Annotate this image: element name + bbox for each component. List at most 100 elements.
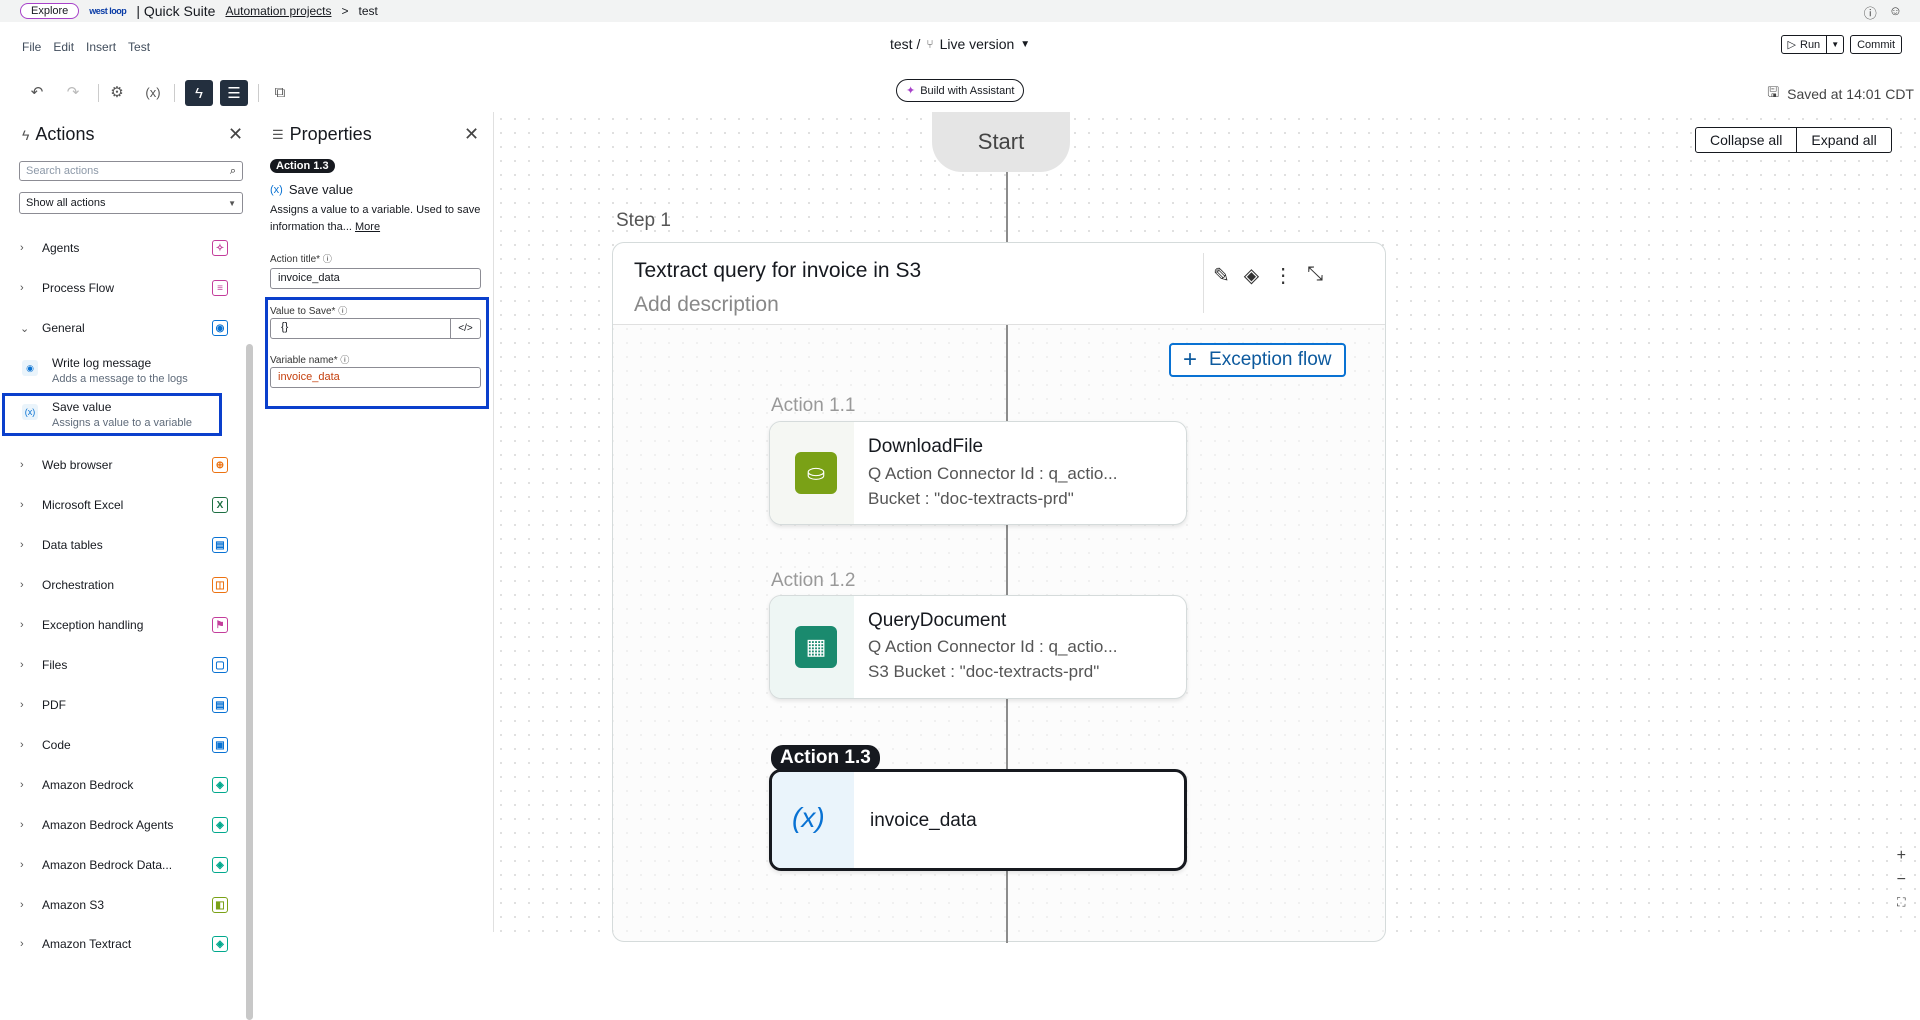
settings-icon[interactable]: ⚙: [104, 80, 130, 104]
action-card-save-value[interactable]: (x) invoice_data: [769, 769, 1187, 871]
chevron-right-icon: ›: [20, 859, 24, 871]
breadcrumb-separator: >: [341, 4, 349, 18]
category-icon: ◈: [212, 777, 228, 793]
category-microsoft-excel[interactable]: › Microsoft Excel X: [20, 494, 228, 516]
menu-bar: File Edit Insert Test test / ⑂ Live vers…: [0, 22, 1920, 72]
step-container: Textract query for invoice in S3 Add des…: [612, 242, 1386, 943]
category-general[interactable]: ⌄ General ◉: [20, 317, 228, 339]
variables-icon[interactable]: (x): [140, 80, 166, 104]
category-icon: ▤: [212, 697, 228, 713]
category-web-browser[interactable]: › Web browser ⊕: [20, 454, 228, 476]
connector-line: [1006, 172, 1008, 252]
category-label: Amazon S3: [42, 898, 105, 912]
lightning-icon: ϟ: [22, 126, 30, 143]
breadcrumb-current: test: [358, 4, 378, 18]
run-dropdown-button[interactable]: ▼: [1827, 35, 1845, 54]
card-icon-area: ⛀: [770, 422, 854, 524]
chevron-down-icon[interactable]: ▼: [1020, 39, 1030, 50]
build-with-assistant-button[interactable]: ✦ Build with Assistant: [896, 79, 1025, 102]
redo-icon[interactable]: ↷: [60, 80, 86, 104]
commit-button[interactable]: Commit: [1850, 35, 1902, 54]
fit-screen-icon[interactable]: ⛶: [1897, 895, 1905, 910]
step-description[interactable]: Add description: [634, 293, 779, 317]
exception-flow-button[interactable]: + Exception flow: [1169, 343, 1346, 377]
menu-file[interactable]: File: [22, 40, 41, 54]
variable-name-label: Variable name* ⓘ: [270, 355, 350, 366]
variable-name-input[interactable]: invoice_data: [270, 367, 481, 388]
category-amazon-textract[interactable]: › Amazon Textract ◈: [20, 933, 228, 955]
category-icon: ◫: [212, 577, 228, 593]
chevron-down-icon: ⌄: [20, 322, 30, 335]
menu-test[interactable]: Test: [128, 40, 150, 54]
card-detail: Q Action Connector Id : q_actio...: [868, 637, 1118, 656]
chevron-down-icon: ▼: [228, 198, 236, 208]
code-editor-button[interactable]: </>: [450, 318, 480, 339]
category-data-tables[interactable]: › Data tables ▤: [20, 534, 228, 556]
category-icon: X: [212, 497, 228, 513]
step-header[interactable]: Textract query for invoice in S3 Add des…: [613, 243, 1385, 325]
properties-panel-header: ☰ Properties: [272, 124, 372, 145]
category-orchestration[interactable]: › Orchestration ◫: [20, 574, 228, 596]
branch-icon: ⑂: [926, 37, 934, 51]
inspector-icon[interactable]: ⧉: [267, 80, 293, 104]
category-label: Files: [42, 658, 68, 672]
category-icon: ✧: [212, 240, 228, 256]
collapse-icon[interactable]: ⤡: [1307, 263, 1323, 288]
menu-edit[interactable]: Edit: [53, 40, 74, 54]
category-amazon-bedrock-data[interactable]: › Amazon Bedrock Data... ◈: [20, 854, 228, 876]
menu-insert[interactable]: Insert: [86, 40, 116, 54]
category-label: Amazon Textract: [42, 937, 132, 951]
chevron-right-icon: ›: [20, 899, 24, 911]
category-files[interactable]: › Files ▢: [20, 654, 228, 676]
category-agents[interactable]: › Agents ✧: [20, 237, 228, 259]
action-item-write-log-message[interactable]: ◉ Write log message Adds a message to the …: [22, 356, 222, 390]
action-card-download-file[interactable]: ⛀ DownloadFile Q Action Connector Id : q…: [769, 421, 1187, 525]
expand-all-button[interactable]: Expand all: [1797, 127, 1892, 153]
toolbar-divider: [258, 84, 259, 102]
actions-panel-title: Actions: [35, 124, 95, 144]
scrollbar[interactable]: [246, 344, 253, 1020]
help-icon[interactable]: ⓘ: [1864, 3, 1877, 22]
workflow-canvas[interactable]: Start Collapse all Expand all Step 1 Tex…: [494, 112, 1920, 943]
step-title[interactable]: Textract query for invoice in S3: [634, 259, 921, 283]
zoom-in-icon[interactable]: +: [1897, 847, 1906, 865]
action-filter-select[interactable]: Show all actions ▼: [19, 192, 243, 214]
action-label: Action 1.2: [771, 570, 856, 591]
diamond-icon[interactable]: ◈: [1244, 263, 1259, 288]
search-input[interactable]: Search actions ⌕: [19, 161, 243, 181]
run-label: Run: [1800, 38, 1821, 51]
chevron-right-icon: ›: [20, 539, 24, 551]
category-amazon-bedrock[interactable]: › Amazon Bedrock ◈: [20, 774, 228, 796]
more-link[interactable]: More: [355, 221, 380, 233]
version-select[interactable]: Live version: [940, 36, 1015, 52]
action-badge: Action 1.3: [771, 745, 880, 771]
category-amazon-bedrock-agents[interactable]: › Amazon Bedrock Agents ◈: [20, 814, 228, 836]
zoom-out-icon[interactable]: −: [1897, 871, 1906, 889]
category-process-flow[interactable]: › Process Flow ≡: [20, 277, 228, 299]
actions-toggle-icon[interactable]: ϟ: [185, 80, 213, 106]
user-icon[interactable]: ☺: [1889, 3, 1902, 22]
category-pdf[interactable]: › PDF ▤: [20, 694, 228, 716]
undo-icon[interactable]: ↶: [24, 80, 50, 104]
close-icon[interactable]: ✕: [464, 124, 479, 145]
chevron-right-icon: ›: [20, 779, 24, 791]
run-button[interactable]: ▷ Run: [1780, 35, 1828, 54]
app-title: | Quick Suite: [136, 3, 216, 19]
action-title-input[interactable]: invoice_data: [270, 268, 481, 289]
category-icon: ⊕: [212, 457, 228, 473]
edit-ai-icon[interactable]: ✎: [1213, 263, 1230, 288]
category-code[interactable]: › Code ▣: [20, 734, 228, 756]
category-exception-handling[interactable]: › Exception handling ⚑: [20, 614, 228, 636]
close-icon[interactable]: ✕: [228, 124, 243, 145]
explore-button[interactable]: Explore: [20, 3, 80, 19]
more-options-icon[interactable]: ⋮: [1273, 263, 1293, 288]
action-badge: Action 1.3: [270, 159, 335, 173]
breadcrumb-automation-projects[interactable]: Automation projects: [225, 4, 331, 18]
action-card-query-document[interactable]: ▦ QueryDocument Q Action Connector Id : …: [769, 595, 1187, 699]
properties-toggle-icon[interactable]: ☰: [220, 80, 248, 106]
value-to-save-input[interactable]: {} </>: [270, 318, 481, 339]
start-node[interactable]: Start: [932, 112, 1070, 172]
collapse-all-button[interactable]: Collapse all: [1695, 127, 1798, 153]
chevron-down-icon: ▼: [1831, 40, 1840, 49]
category-amazon-s3[interactable]: › Amazon S3 ◧: [20, 894, 228, 916]
